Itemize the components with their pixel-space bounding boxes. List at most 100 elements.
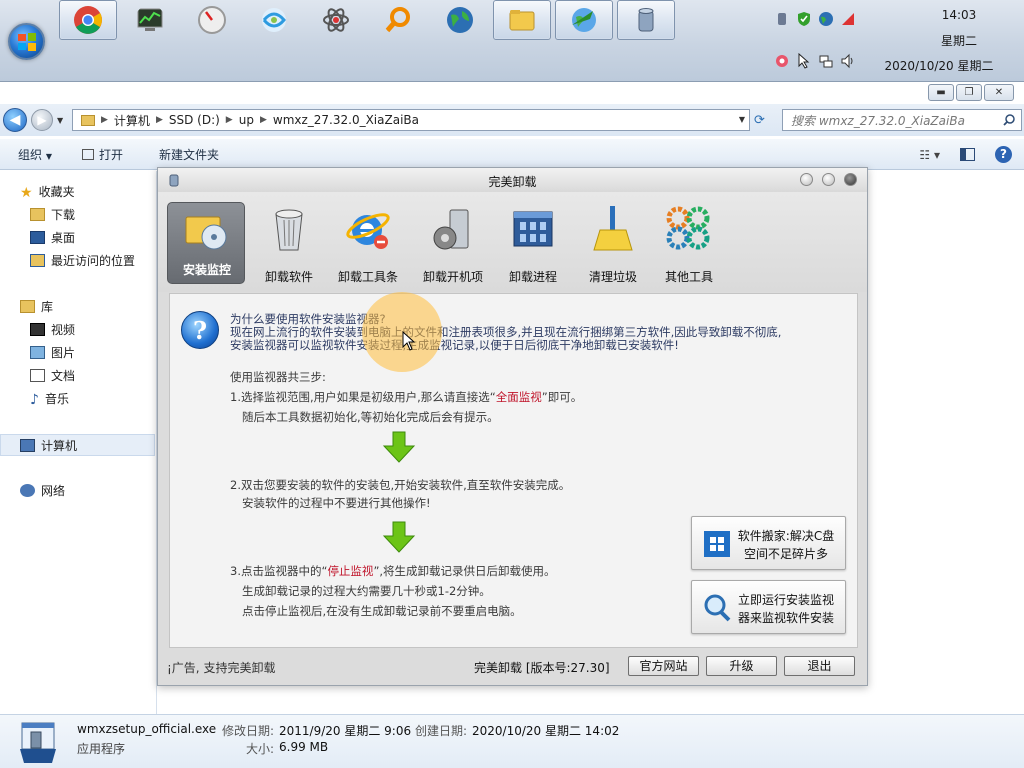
tab-startup-items[interactable]: 卸载开机项 bbox=[414, 202, 492, 284]
nav-music[interactable]: ♪ 音乐 bbox=[30, 388, 69, 408]
chrome-icon bbox=[74, 6, 102, 34]
tab-processes[interactable]: 卸载进程 bbox=[494, 202, 572, 284]
tab-uninstall-software-label: 卸载软件 bbox=[264, 270, 313, 284]
nav-pictures[interactable]: 图片 bbox=[30, 342, 75, 362]
network-globe-icon[interactable] bbox=[818, 11, 834, 27]
tab-install-monitor[interactable]: 安装监控 bbox=[167, 202, 245, 284]
preview-pane-icon[interactable] bbox=[960, 148, 975, 161]
taskbar-search-app[interactable] bbox=[369, 0, 427, 40]
nav-videos[interactable]: 视频 bbox=[30, 319, 75, 339]
dialog-titlebar[interactable]: 完美卸载 bbox=[158, 168, 867, 192]
run-install-monitor-button[interactable]: 立即运行安装监视 器来监视软件安装 bbox=[691, 580, 846, 634]
minimize-button[interactable]: ▬ bbox=[928, 84, 954, 101]
nav-recent-label: 最近访问的位置 bbox=[51, 253, 136, 268]
open-button[interactable]: 打开 bbox=[70, 146, 141, 163]
network-icon[interactable] bbox=[818, 53, 834, 69]
cursor-tray-icon[interactable] bbox=[796, 53, 812, 69]
official-site-button[interactable]: 官方网站 bbox=[628, 656, 699, 676]
dialog-title: 完美卸载 bbox=[488, 175, 537, 189]
chevron-right-icon[interactable]: ▶ bbox=[101, 115, 108, 125]
dialog-maximize-button[interactable] bbox=[822, 173, 835, 186]
nav-network-label: 网络 bbox=[41, 483, 66, 498]
back-button[interactable]: ◀ bbox=[3, 108, 27, 132]
refresh-icon[interactable]: ⟳ bbox=[754, 113, 765, 128]
clock-day[interactable]: 星期二 bbox=[924, 32, 994, 49]
picture-icon bbox=[30, 345, 45, 359]
folder-icon bbox=[81, 114, 95, 126]
windows-logo-icon bbox=[18, 33, 36, 51]
taskbar-chrome[interactable] bbox=[59, 0, 117, 40]
nav-network[interactable]: 网络 bbox=[20, 480, 65, 500]
organize-button[interactable]: 组织 ▼ bbox=[0, 146, 70, 163]
taskbar-uninstaller[interactable] bbox=[617, 0, 675, 40]
taskbar-ie[interactable] bbox=[555, 0, 613, 40]
taskbar-app-atom[interactable] bbox=[307, 0, 365, 40]
new-folder-button[interactable]: 新建文件夹 bbox=[141, 146, 237, 163]
maximize-button[interactable]: ❐ bbox=[956, 84, 982, 101]
breadcrumb-folder[interactable]: wmxz_27.32.0_XiaZaiBa bbox=[267, 113, 425, 127]
ad-support-link[interactable]: ¡广告, 支持完美卸载 bbox=[167, 659, 275, 676]
search-input[interactable]: 搜索 wmxz_27.32.0_XiaZaiBa bbox=[782, 109, 1022, 131]
tab-other-tools[interactable]: 其他工具 bbox=[650, 202, 728, 284]
taskbar-speed-app[interactable] bbox=[183, 0, 241, 40]
network-icon bbox=[20, 483, 35, 497]
nav-desktop[interactable]: 桌面 bbox=[30, 227, 75, 247]
tray-app-icon[interactable] bbox=[774, 11, 790, 27]
step-2-line-2: 安装软件的过程中不要进行其他操作! bbox=[242, 496, 431, 510]
nav-favorites[interactable]: ★ 收藏夹 bbox=[20, 181, 75, 201]
taskbar-explorer[interactable] bbox=[493, 0, 551, 40]
taskbar-task-manager[interactable] bbox=[121, 0, 179, 40]
globe-arrow-icon bbox=[572, 8, 596, 32]
volume-icon[interactable] bbox=[840, 53, 856, 69]
breadcrumb-computer[interactable]: 计算机 bbox=[108, 112, 156, 129]
taskbar-app-swirl[interactable] bbox=[245, 0, 303, 40]
exit-button[interactable]: 退出 bbox=[784, 656, 855, 676]
details-modified-label: 修改日期: bbox=[222, 724, 275, 738]
tab-uninstall-software[interactable]: 卸载软件 bbox=[250, 202, 328, 284]
taskbar-network-app[interactable] bbox=[431, 0, 489, 40]
system-tray: 14:03 星期二 2020/10/20 星期二 bbox=[774, 6, 1004, 76]
start-button[interactable] bbox=[8, 23, 45, 60]
search-icon[interactable] bbox=[1003, 114, 1015, 126]
clock-date[interactable]: 2020/10/20 星期二 bbox=[874, 57, 1004, 74]
search-placeholder: 搜索 wmxz_27.32.0_XiaZaiBa bbox=[791, 113, 965, 128]
close-button[interactable]: ✕ bbox=[984, 84, 1014, 101]
upgrade-button[interactable]: 升级 bbox=[706, 656, 777, 676]
nav-downloads[interactable]: 下载 bbox=[30, 204, 75, 224]
clock-time[interactable]: 14:03 bbox=[924, 8, 994, 22]
tab-uninstall-toolbar[interactable]: 卸载工具条 bbox=[329, 202, 407, 284]
organize-label: 组织 bbox=[18, 147, 43, 162]
chevron-right-icon[interactable]: ▶ bbox=[226, 115, 233, 125]
recent-places-icon bbox=[30, 253, 45, 267]
flower-icon[interactable] bbox=[774, 53, 790, 69]
nav-recent[interactable]: 最近访问的位置 bbox=[30, 250, 135, 270]
address-dropdown-icon[interactable]: ▼ bbox=[739, 115, 745, 124]
nav-computer[interactable]: 计算机 bbox=[20, 435, 77, 455]
dialog-minimize-button[interactable] bbox=[800, 173, 813, 186]
globe-icon bbox=[447, 7, 473, 33]
tab-uninstall-toolbar-label: 卸载工具条 bbox=[337, 270, 398, 284]
address-bar[interactable]: ▶ 计算机 ▶ SSD (D:) ▶ up ▶ wmxz_27.32.0_Xia… bbox=[72, 109, 750, 131]
step-3-line-1: 3.点击监视器中的“停止监视”,将生成卸载记录供日后卸载使用。 bbox=[230, 563, 556, 579]
film-icon bbox=[30, 322, 45, 336]
tab-clean-junk[interactable]: 清理垃圾 bbox=[574, 202, 652, 284]
help-icon[interactable]: ? bbox=[995, 146, 1012, 163]
signal-icon[interactable] bbox=[840, 11, 856, 27]
chevron-right-icon[interactable]: ▶ bbox=[260, 115, 267, 125]
shield-icon[interactable] bbox=[796, 11, 812, 27]
nav-documents[interactable]: 文档 bbox=[30, 365, 75, 385]
tab-other-tools-label: 其他工具 bbox=[664, 270, 713, 284]
atom-icon bbox=[323, 8, 349, 32]
forward-button[interactable]: ▶ bbox=[31, 109, 53, 131]
breadcrumb-up[interactable]: up bbox=[233, 113, 260, 127]
nav-libraries[interactable]: 库 bbox=[20, 296, 53, 316]
breadcrumb-drive[interactable]: SSD (D:) bbox=[163, 113, 226, 127]
green-arrow-down-icon bbox=[382, 521, 416, 553]
history-dropdown-icon[interactable]: ▼ bbox=[57, 116, 63, 125]
dialog-close-button[interactable] bbox=[844, 173, 857, 186]
chevron-right-icon[interactable]: ▶ bbox=[156, 115, 163, 125]
trash-can-icon bbox=[638, 8, 654, 32]
mouse-cursor-icon bbox=[402, 331, 416, 351]
software-move-button[interactable]: 软件搬家:解决C盘 空间不足碎片多 bbox=[691, 516, 846, 570]
view-options-icon[interactable]: ☷ ▾ bbox=[919, 148, 940, 162]
